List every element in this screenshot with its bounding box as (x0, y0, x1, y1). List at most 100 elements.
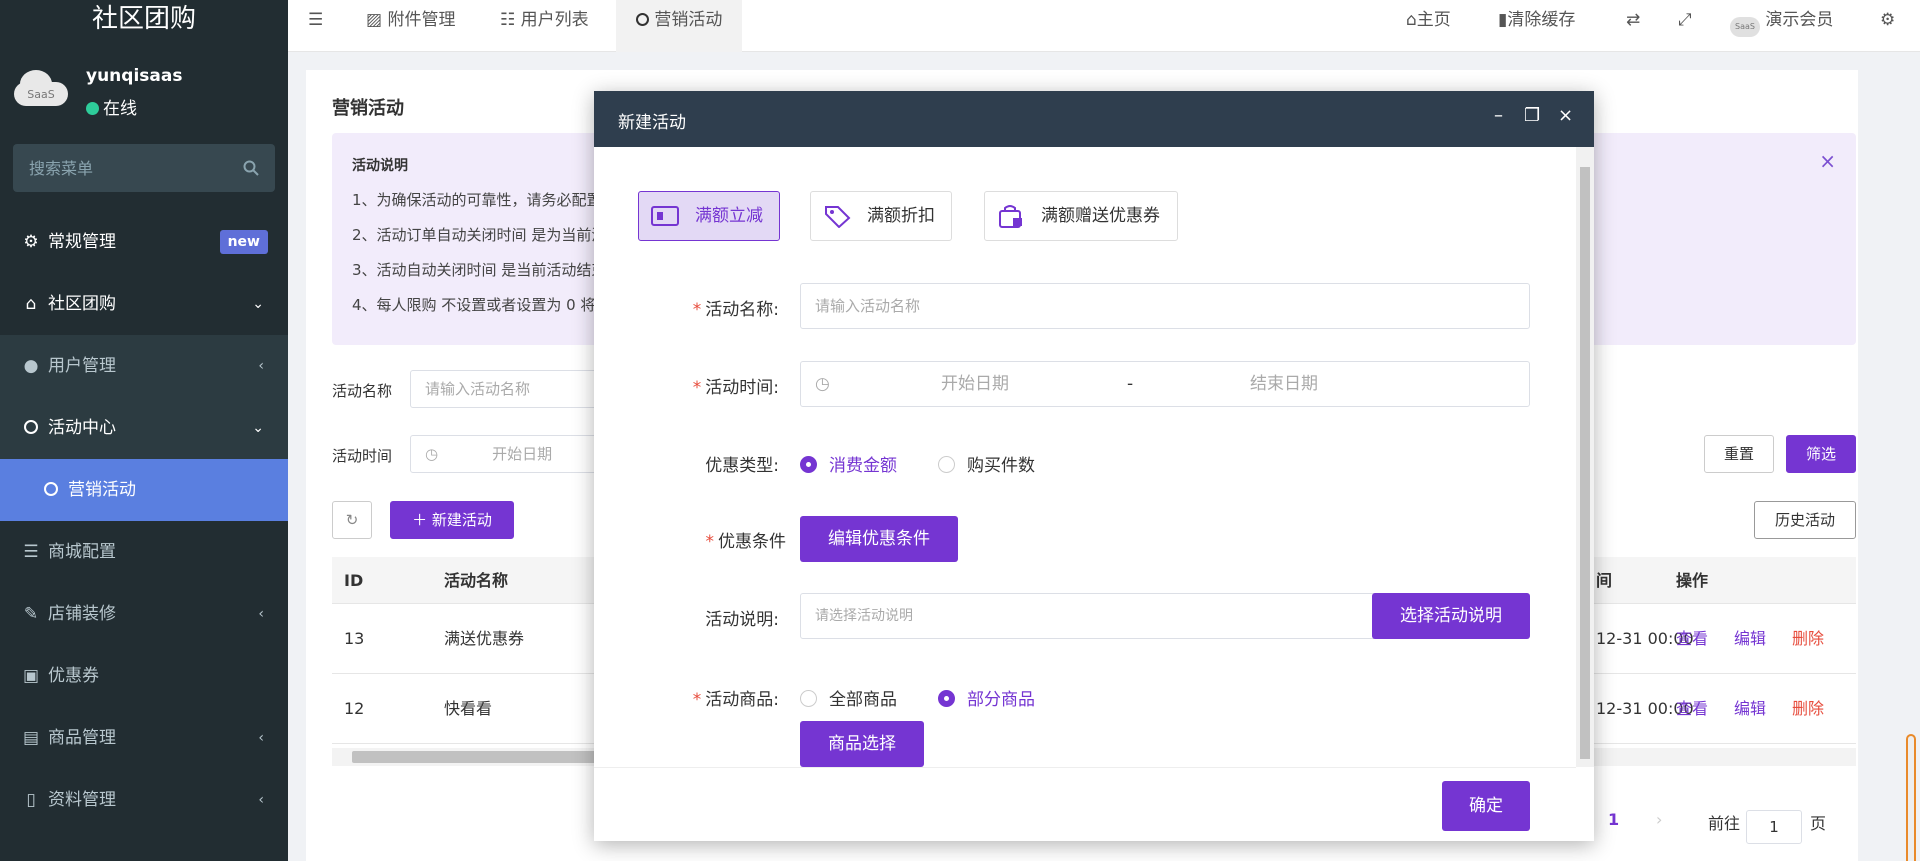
minimize-icon[interactable]: – (1494, 105, 1503, 126)
radio-label: 全部商品 (829, 690, 897, 710)
user-status: 在线 (86, 94, 137, 119)
chevron-down-icon: ⌄ (252, 420, 264, 436)
new-activity-button[interactable]: ＋ 新建活动 (390, 501, 514, 539)
page-current[interactable]: 1 (1608, 810, 1619, 829)
view-link[interactable]: 查看 (1676, 604, 1708, 674)
clock-icon: ◷ (425, 445, 439, 463)
sidebar-item-general[interactable]: ⚙ 常规管理 new (0, 211, 288, 273)
edit-link[interactable]: 编辑 (1734, 604, 1766, 674)
radio-partial-goods[interactable]: 部分商品 (938, 685, 1035, 710)
type-full-reduction[interactable]: 满额立减 (638, 191, 780, 241)
home-link[interactable]: ⌂主页 (1406, 0, 1451, 42)
sidebar-item-activity-center[interactable]: 活动中心 ⌄ (0, 397, 288, 459)
view-link[interactable]: 查看 (1676, 674, 1708, 744)
clear-cache-button[interactable]: ▮清除缓存 (1498, 0, 1575, 42)
home-icon: ⌂ (1406, 10, 1417, 30)
filter-button[interactable]: 筛选 (1786, 435, 1856, 473)
menu-toggle-icon[interactable]: ☰ (308, 0, 323, 52)
filter-time-input[interactable]: ◷ 开始日期 (410, 435, 610, 473)
radio-icon (800, 456, 817, 473)
confirm-button[interactable]: 确定 (1442, 781, 1530, 831)
tab-label: 用户列表 (520, 10, 589, 30)
header-ops: 操作 (1676, 571, 1709, 590)
required-mark: * (705, 532, 715, 552)
sidebar-item-label: 用户管理 (48, 356, 116, 376)
close-icon[interactable]: × (1819, 149, 1836, 173)
user-panel: SaaS yunqisaas 在线 (0, 42, 288, 128)
sidebar-item-users[interactable]: ● 用户管理 ‹ (0, 335, 288, 397)
range-separator: - (1127, 374, 1134, 394)
sidebar-item-coupons[interactable]: ▣ 优惠券 (0, 645, 288, 707)
activity-time-range[interactable]: ◷ 开始日期 - 结束日期 (800, 361, 1530, 407)
cell-id: 13 (344, 629, 365, 648)
description-input[interactable]: 请选择活动说明 (800, 593, 1390, 639)
modal-footer: 确定 (594, 767, 1576, 841)
edit-condition-button[interactable]: 编辑优惠条件 (800, 516, 958, 562)
tab-user-list[interactable]: ☷ 用户列表 (500, 0, 589, 52)
goto-label: 前往 (1708, 814, 1741, 833)
history-activity-button[interactable]: 历史活动 (1754, 501, 1856, 539)
delete-link[interactable]: 删除 (1792, 604, 1824, 674)
condition-label: * 优惠条件 (706, 527, 787, 552)
member-avatar: SaaS (1730, 17, 1760, 37)
sidebar-item-materials[interactable]: ▯ 资料管理 ‹ (0, 769, 288, 831)
end-date-input[interactable]: 结束日期 (1250, 362, 1318, 406)
member-menu[interactable]: SaaS 演示会员 (1730, 0, 1833, 42)
page-vertical-scrollbar[interactable] (1906, 70, 1916, 861)
new-activity-modal: 新建活动 – ❐ × 满额立减 满额折扣 满额赠送优惠券 * 活动名称: 请输入活… (594, 91, 1594, 841)
sidebar-item-goods[interactable]: ▤ 商品管理 ‹ (0, 707, 288, 769)
sidebar-menu: ⚙ 常规管理 new ⌂ 社区团购 ⌄ ● 用户管理 ‹ 活动中心 ⌄ 营销活动 ☰ 商… (0, 211, 288, 831)
menu-search-input[interactable] (13, 144, 223, 192)
translate-icon[interactable]: ⇄ (1626, 0, 1640, 42)
next-page-icon[interactable]: › (1656, 810, 1662, 829)
sidebar-item-mall-config[interactable]: ☰ 商城配置 (0, 521, 288, 583)
online-dot-icon (86, 102, 99, 115)
circle-icon (42, 459, 60, 521)
trash-icon: ▮ (1498, 10, 1508, 30)
sidebar-item-decoration[interactable]: ✎ 店铺装修 ‹ (0, 583, 288, 645)
image-icon: ▨ (366, 10, 383, 30)
sliders-icon: ☰ (23, 542, 39, 562)
required-mark: * (692, 378, 702, 398)
select-goods-button[interactable]: 商品选择 (800, 721, 924, 767)
delete-link[interactable]: 删除 (1792, 674, 1824, 744)
sidebar-item-label: 商城配置 (48, 542, 116, 562)
activity-time-label: * 活动时间: (693, 373, 779, 398)
label-text: 活动时间: (705, 378, 779, 398)
chevron-left-icon: ‹ (258, 792, 264, 808)
edit-link[interactable]: 编辑 (1734, 674, 1766, 744)
close-icon[interactable]: × (1558, 105, 1573, 126)
type-label: 满额赠送优惠券 (1041, 206, 1160, 226)
radio-all-goods[interactable]: 全部商品 (800, 685, 897, 710)
search-icon[interactable] (243, 160, 259, 180)
maximize-icon[interactable]: ❐ (1524, 105, 1540, 126)
refresh-icon[interactable]: ↻ (332, 501, 372, 539)
tab-marketing[interactable]: 营销活动 (616, 0, 743, 52)
start-date-input[interactable]: 开始日期 (941, 362, 1009, 406)
sidebar-item-label: 优惠券 (48, 666, 99, 686)
home-label: 主页 (1416, 10, 1451, 30)
sidebar-item-community[interactable]: ⌂ 社区团购 ⌄ (0, 273, 288, 335)
filter-name-input[interactable]: 请输入活动名称 (410, 370, 610, 408)
modal-scrollbar[interactable] (1576, 147, 1594, 767)
topbar: ☰ ▨ 附件管理 ☷ 用户列表 营销活动 ⌂主页 ▮清除缓存 ⇄ ⤢ SaaS … (288, 0, 1920, 52)
radio-purchase-quantity[interactable]: 购买件数 (938, 451, 1035, 476)
goto-page-input[interactable]: 1 (1746, 810, 1802, 844)
label-text: 优惠条件 (718, 532, 786, 552)
type-full-discount[interactable]: 满额折扣 (810, 191, 952, 241)
radio-consume-amount[interactable]: 消费金额 (800, 451, 897, 476)
sidebar-item-marketing[interactable]: 营销活动 (0, 459, 288, 521)
settings-gear-icon[interactable]: ⚙ (1880, 0, 1895, 42)
chevron-left-icon: ‹ (258, 358, 264, 374)
fullscreen-icon[interactable]: ⤢ (1678, 0, 1692, 42)
reset-button[interactable]: 重置 (1704, 435, 1774, 473)
select-description-button[interactable]: 选择活动说明 (1372, 593, 1530, 639)
type-full-gift-coupon[interactable]: 满额赠送优惠券 (984, 191, 1178, 241)
activity-name-input[interactable]: 请输入活动名称 (800, 283, 1530, 329)
sidebar-item-label: 营销活动 (68, 480, 136, 500)
tab-attachments[interactable]: ▨ 附件管理 (366, 0, 455, 52)
modal-header: 新建活动 – ❐ × (594, 91, 1594, 147)
discount-type-label: 优惠类型: (705, 456, 779, 476)
clock-icon: ◷ (815, 374, 830, 394)
required-mark: * (692, 690, 702, 710)
